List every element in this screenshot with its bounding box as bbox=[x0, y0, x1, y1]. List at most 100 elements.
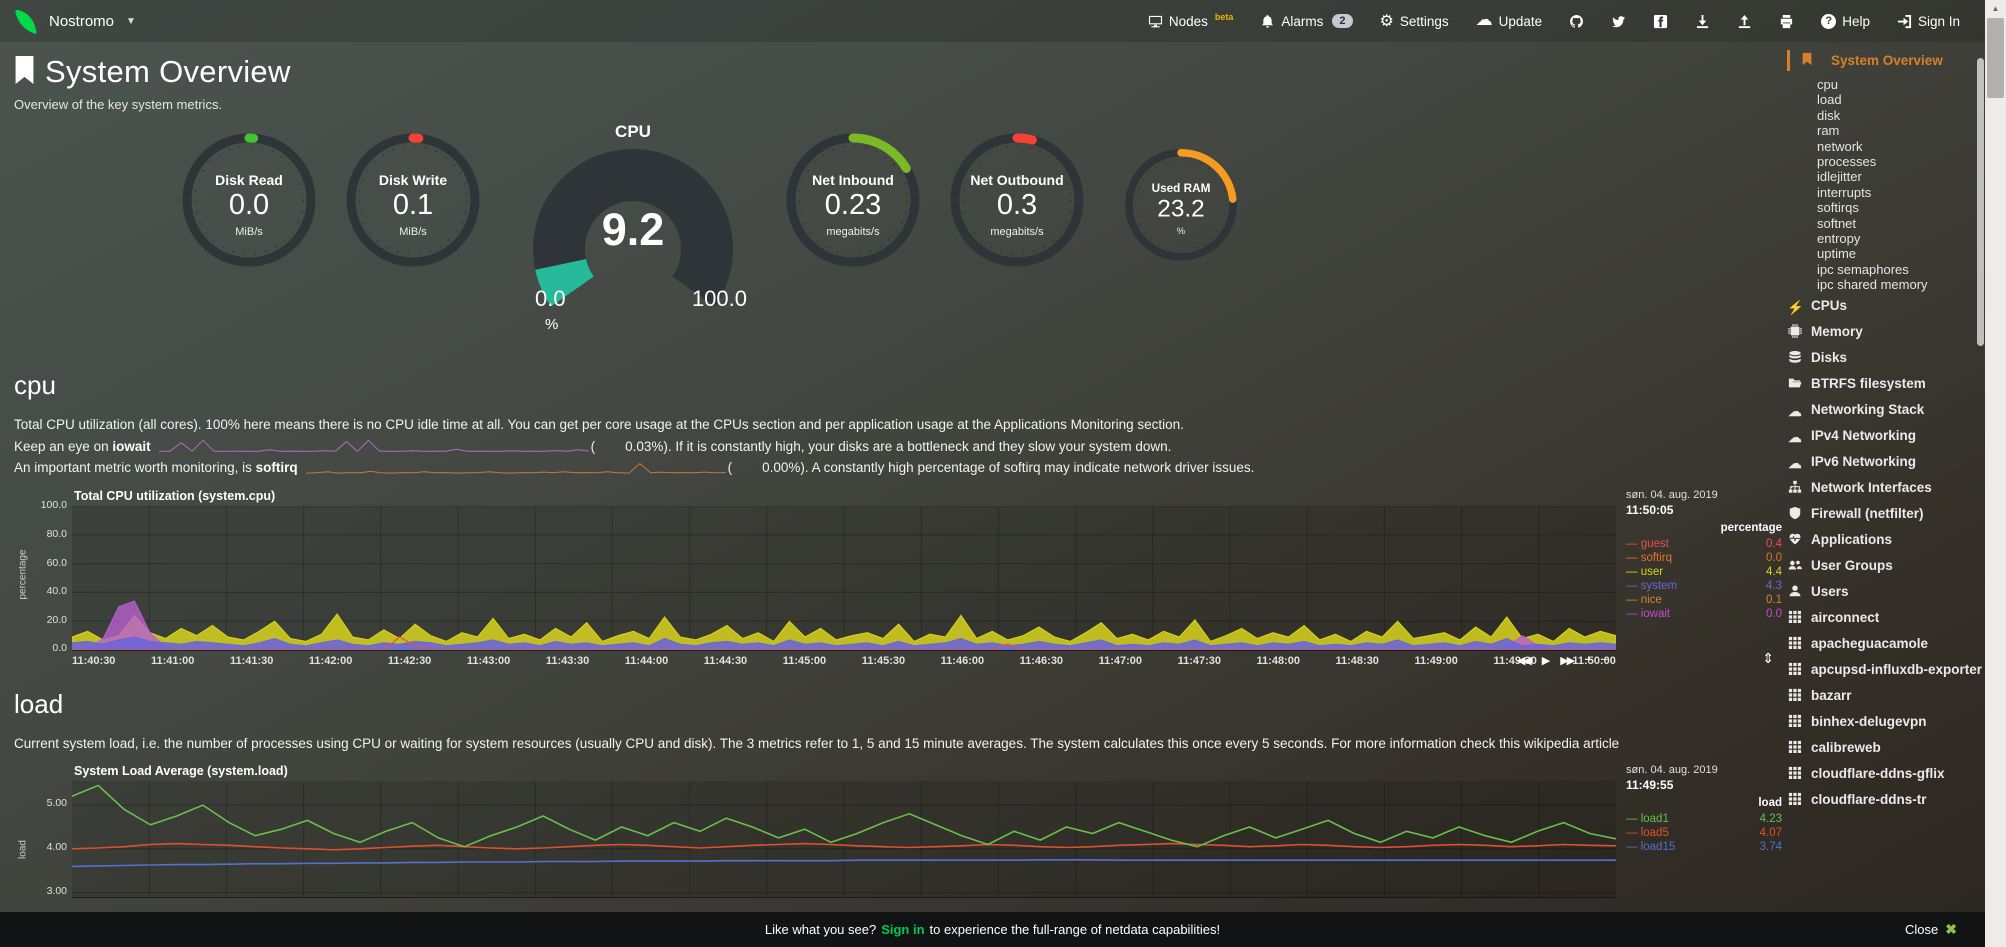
cpu-chart-plot[interactable] bbox=[72, 506, 1616, 651]
navbar-item[interactable]: ⚙ Settings bbox=[1380, 14, 1449, 29]
scroll-up-arrow-icon[interactable]: ▲ bbox=[1985, 0, 2006, 16]
navbar-item[interactable]: ? Help bbox=[1821, 14, 1870, 29]
download-icon bbox=[1695, 14, 1710, 29]
sidebar-item[interactable]: idlejitter bbox=[1787, 169, 1985, 184]
banner-close-button[interactable]: Close ✖ bbox=[1905, 921, 1957, 938]
sidebar-item[interactable]: cloudflare-ddns-tr bbox=[1787, 790, 1985, 813]
sidebar-item[interactable]: ipc shared memory bbox=[1787, 277, 1985, 292]
sidebar-item[interactable]: softirqs bbox=[1787, 200, 1985, 215]
legend-row[interactable]: load1 4.23 bbox=[1626, 812, 1782, 826]
grid-icon bbox=[1787, 688, 1803, 706]
navbar-item[interactable] bbox=[1569, 14, 1584, 29]
easypie-gauge[interactable]: Used RAM 23.2 % bbox=[1122, 146, 1240, 274]
toolbar-button[interactable]: + bbox=[1585, 654, 1589, 667]
sidebar-item[interactable]: processes bbox=[1787, 154, 1985, 169]
cpu-description-2: Keep an eye on iowait(0.03%). If it is c… bbox=[14, 437, 1782, 458]
easypie-gauge[interactable]: Net Inbound 0.23 megabits/s bbox=[783, 130, 923, 282]
navbar-item[interactable]: Alarms 2 bbox=[1260, 14, 1352, 29]
easypie-gauge[interactable]: Disk Write 0.1 MiB/s bbox=[343, 130, 483, 282]
sidebar-item[interactable]: apcupsd-influxdb-exporter bbox=[1787, 660, 1985, 683]
easypie-gauge[interactable]: Disk Read 0.0 MiB/s bbox=[179, 130, 319, 282]
cpu-gauge[interactable]: CPU 9.2 0.0 100.0 % bbox=[507, 118, 759, 316]
navbar-item[interactable]: Nodes beta bbox=[1148, 14, 1234, 29]
banner-signin-link[interactable]: Sign in bbox=[881, 922, 924, 937]
monitor-icon bbox=[1148, 14, 1163, 29]
sidebar-item[interactable]: calibreweb bbox=[1787, 738, 1985, 761]
legend-series-value: 0.1 bbox=[1766, 593, 1782, 607]
sidebar-item[interactable]: interrupts bbox=[1787, 185, 1985, 200]
x-tick: 11:46:30 bbox=[1020, 655, 1063, 667]
chevron-down-icon[interactable]: ▼ bbox=[126, 16, 136, 27]
grid-icon bbox=[1787, 766, 1803, 784]
cpu-gauge-max: 100.0 bbox=[692, 286, 747, 312]
sidebar-item[interactable]: ☁IPv4 Networking bbox=[1787, 426, 1985, 449]
sidebar-item[interactable]: cloudflare-ddns-gflix bbox=[1787, 764, 1985, 787]
sidebar-item[interactable]: softnet bbox=[1787, 216, 1985, 231]
sidebar-item[interactable]: apacheguacamole bbox=[1787, 634, 1985, 657]
legend-row[interactable]: guest 0.4 bbox=[1626, 537, 1782, 551]
sidebar-item[interactable]: ipc semaphores bbox=[1787, 262, 1985, 277]
sidebar-item[interactable]: Network Interfaces bbox=[1787, 478, 1985, 501]
legend-row[interactable]: softirq 0.0 bbox=[1626, 551, 1782, 565]
sidebar-item[interactable]: airconnect bbox=[1787, 608, 1985, 631]
sidebar-item[interactable]: System Overview bbox=[1787, 50, 1985, 71]
legend-series-name: load5 bbox=[1626, 826, 1669, 840]
sidebar-item[interactable]: bazarr bbox=[1787, 686, 1985, 709]
navbar-item[interactable]: ☁↓ Update bbox=[1476, 14, 1543, 29]
navbar-item[interactable] bbox=[1611, 14, 1626, 29]
sidebar-item[interactable]: Users bbox=[1787, 582, 1985, 605]
sidebar-item[interactable]: ram bbox=[1787, 123, 1985, 138]
hostname[interactable]: Nostromo bbox=[49, 13, 114, 30]
sidebar-item[interactable]: BTRFS filesystem bbox=[1787, 374, 1985, 397]
sidebar-item[interactable]: network bbox=[1787, 139, 1985, 154]
toolbar-button[interactable]: ▶▶ bbox=[1560, 654, 1573, 667]
sidebar-item[interactable]: Disks bbox=[1787, 348, 1985, 371]
netdata-logo-icon bbox=[12, 8, 39, 35]
legend-row[interactable]: nice 0.1 bbox=[1626, 593, 1782, 607]
sidebar-item[interactable]: cpu bbox=[1787, 77, 1985, 92]
page-scrollbar[interactable]: ▲ bbox=[1985, 0, 2006, 947]
cpu-gauge-title: CPU bbox=[507, 122, 759, 142]
x-tick: 11:49:00 bbox=[1414, 655, 1457, 667]
sidebar-item[interactable]: User Groups bbox=[1787, 556, 1985, 579]
sidebar-item[interactable]: Firewall (netfilter) bbox=[1787, 504, 1985, 527]
x-tick: 11:47:00 bbox=[1099, 655, 1142, 667]
legend-row[interactable]: load5 4.07 bbox=[1626, 826, 1782, 840]
sidebar-item[interactable]: entropy bbox=[1787, 231, 1985, 246]
navbar-item[interactable] bbox=[1653, 14, 1668, 29]
sidebar-item[interactable]: Memory bbox=[1787, 322, 1985, 345]
legend-row[interactable]: iowait 0.0 bbox=[1626, 607, 1782, 621]
navbar-item[interactable] bbox=[1695, 14, 1710, 29]
upload-icon bbox=[1737, 14, 1752, 29]
sidebar-item[interactable]: ⚡CPUs bbox=[1787, 296, 1985, 319]
page-scrollbar-thumb[interactable] bbox=[1987, 18, 2004, 98]
toolbar-button[interactable]: ▶ bbox=[1542, 654, 1548, 667]
x-tick: 11:43:30 bbox=[546, 655, 589, 667]
gauge-value: 0.1 bbox=[343, 189, 483, 222]
chart-resize-handle[interactable]: ⇕ bbox=[1762, 650, 1774, 667]
sidebar-item[interactable]: ☁Networking Stack bbox=[1787, 400, 1985, 423]
page-title: System Overview bbox=[45, 54, 291, 90]
navbar-item[interactable]: Sign In bbox=[1897, 14, 1960, 29]
legend-row[interactable]: load15 3.74 bbox=[1626, 840, 1782, 854]
sidebar-scrollbar-thumb[interactable] bbox=[1977, 58, 1984, 346]
users-icon bbox=[1787, 558, 1803, 576]
easypie-gauge[interactable]: Net Outbound 0.3 megabits/s bbox=[947, 130, 1087, 282]
sidebar-item[interactable]: ☁IPv6 Networking bbox=[1787, 452, 1985, 475]
sidebar-item[interactable]: Applications bbox=[1787, 530, 1985, 553]
sidebar-item[interactable]: disk bbox=[1787, 108, 1985, 123]
load-chart-plot[interactable] bbox=[72, 781, 1616, 898]
navbar-item[interactable] bbox=[1779, 14, 1794, 29]
navbar-item[interactable] bbox=[1737, 14, 1752, 29]
legend-row[interactable]: user 4.4 bbox=[1626, 565, 1782, 579]
legend-units: percentage bbox=[1626, 522, 1782, 534]
sidebar-item[interactable]: load bbox=[1787, 92, 1985, 107]
cpu-description-1: Total CPU utilization (all cores). 100% … bbox=[14, 415, 1782, 436]
cpu-chart-legend: søn. 04. aug. 2019 11:50:05 percentage g… bbox=[1616, 489, 1782, 667]
sidebar-item[interactable]: uptime bbox=[1787, 246, 1985, 261]
toolbar-button[interactable]: − bbox=[1602, 654, 1606, 667]
legend-time: 11:50:05 bbox=[1626, 503, 1782, 517]
legend-row[interactable]: system 4.3 bbox=[1626, 579, 1782, 593]
toolbar-button[interactable]: ◀◀ bbox=[1517, 654, 1530, 667]
sidebar-item[interactable]: binhex-delugevpn bbox=[1787, 712, 1985, 735]
